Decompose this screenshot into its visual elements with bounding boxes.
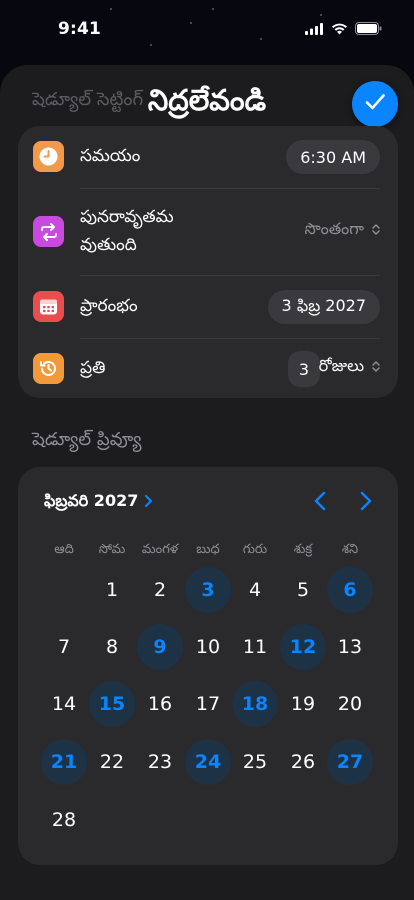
calendar-day[interactable]: 4 xyxy=(232,567,278,613)
calendar-icon xyxy=(33,291,64,322)
calendar-day[interactable]: 2 xyxy=(137,567,183,613)
calendar-day[interactable]: 8 xyxy=(89,624,135,670)
chevron-right-icon xyxy=(360,491,372,515)
interval-label: ప్రతి xyxy=(80,358,106,378)
repeat-popup[interactable]: సొంతంగా xyxy=(304,219,380,242)
calendar-day[interactable]: 16 xyxy=(137,681,183,727)
start-date-picker[interactable]: 3 ఫిబ్ర 2027 xyxy=(267,290,380,324)
calendar-day-scheduled[interactable]: 15 xyxy=(89,681,135,727)
checkmark-icon xyxy=(363,90,387,118)
calendar-day[interactable]: 13 xyxy=(327,624,373,670)
time-label: సమయం xyxy=(80,146,141,166)
weekday-label: బుధ xyxy=(196,542,220,557)
calendar-day[interactable]: 10 xyxy=(185,624,231,670)
chevron-up-down-icon xyxy=(372,221,380,240)
done-button[interactable] xyxy=(352,81,398,127)
wifi-icon xyxy=(331,20,348,39)
repeat-label-line1: పునరావృతమ xyxy=(80,207,174,227)
interval-row[interactable]: ప్రతి 3 రోజులు xyxy=(18,339,398,398)
calendar-day[interactable]: 7 xyxy=(41,624,87,670)
calendar-day[interactable]: 22 xyxy=(89,739,135,785)
interval-unit: రోజులు xyxy=(318,356,364,375)
month-label: ఫిబ్రవరి 2027 xyxy=(44,491,139,510)
start-date-row[interactable]: ప్రారంభం 3 ఫిబ్ర 2027 xyxy=(18,276,398,338)
previous-month-button[interactable] xyxy=(308,491,332,515)
calendar-day-scheduled[interactable]: 6 xyxy=(327,567,373,613)
calendar-day[interactable]: 26 xyxy=(280,739,326,785)
schedule-sheet: షెడ్యూల్ సెట్టింగ్ నిద్రలేవండి సమయం 6:30… xyxy=(0,65,414,900)
history-clock-icon xyxy=(33,353,64,384)
calendar-day[interactable]: 19 xyxy=(280,681,326,727)
chevron-right-small-icon xyxy=(144,493,153,512)
calendar-day[interactable]: 17 xyxy=(185,681,231,727)
calendar-preview-card: ఫిబ్రవరి 2027 ఆది సోమ మంగళ బుధ గురు శుక్ర శని … xyxy=(18,467,398,865)
status-bar: 9:41 xyxy=(0,0,414,62)
interval-unit-popup[interactable]: రోజులు xyxy=(319,356,380,379)
calendar-day[interactable]: 5 xyxy=(280,567,326,613)
chevron-up-down-icon xyxy=(372,358,380,377)
repeat-row[interactable]: పునరావృతమ వుతుంది సొంతంగా xyxy=(18,189,398,275)
weekday-label: గురు xyxy=(242,542,268,557)
interval-count[interactable]: 3 xyxy=(288,351,320,387)
chevron-left-icon xyxy=(314,491,326,515)
status-icons xyxy=(305,20,382,39)
weekday-label: మంగళ xyxy=(141,542,179,557)
weekday-label: శని xyxy=(341,542,359,557)
calendar-day-scheduled[interactable]: 24 xyxy=(185,739,231,785)
calendar-day-scheduled[interactable]: 12 xyxy=(280,624,326,670)
weekday-label: ఆది xyxy=(54,542,74,557)
calendar-day-scheduled[interactable]: 18 xyxy=(232,681,278,727)
weekday-label: సోమ xyxy=(98,542,126,557)
calendar-day-scheduled[interactable]: 21 xyxy=(41,739,87,785)
cellular-signal-icon xyxy=(305,20,324,39)
repeat-icon xyxy=(33,216,64,247)
calendar-day[interactable]: 28 xyxy=(41,797,87,843)
calendar-day-scheduled[interactable]: 9 xyxy=(137,624,183,670)
weekday-label: శుక్ర xyxy=(293,542,313,557)
calendar-day-scheduled[interactable]: 27 xyxy=(327,739,373,785)
clock-icon xyxy=(33,141,64,172)
start-date-label: ప్రారంభం xyxy=(80,296,138,316)
calendar-day-scheduled[interactable]: 3 xyxy=(185,567,231,613)
time-row[interactable]: సమయం 6:30 AM xyxy=(18,126,398,188)
repeat-value: సొంతంగా xyxy=(304,219,364,238)
status-time: 9:41 xyxy=(58,19,102,39)
section-label-preview: షెడ్యూల్ ప్రివ్యూ xyxy=(32,429,142,450)
calendar-day[interactable]: 20 xyxy=(327,681,373,727)
next-month-button[interactable] xyxy=(354,491,378,515)
repeat-label-line2: వుతుంది xyxy=(80,235,137,255)
month-selector[interactable]: ఫిబ్రవరి 2027 xyxy=(44,491,153,514)
calendar-day[interactable]: 11 xyxy=(232,624,278,670)
calendar-day[interactable]: 25 xyxy=(232,739,278,785)
calendar-day[interactable]: 23 xyxy=(137,739,183,785)
time-picker[interactable]: 6:30 AM xyxy=(286,140,380,174)
battery-icon xyxy=(355,20,382,39)
settings-card: సమయం 6:30 AM పునరావృతమ వుతుంది సొంతంగా ప… xyxy=(18,126,398,398)
calendar-day[interactable]: 14 xyxy=(41,681,87,727)
calendar-day[interactable]: 1 xyxy=(89,567,135,613)
